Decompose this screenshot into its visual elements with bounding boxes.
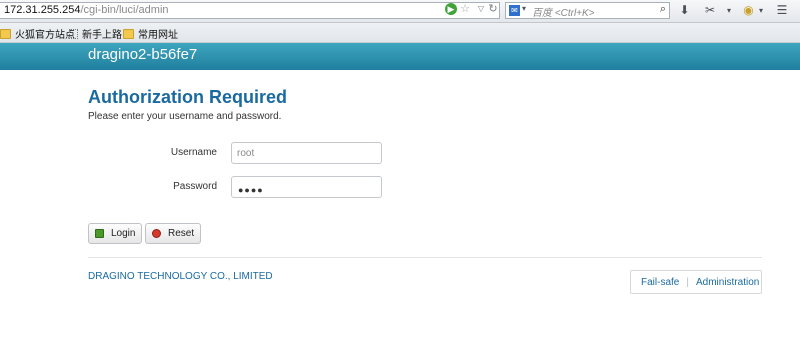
- reload-icon[interactable]: ↻: [487, 3, 499, 15]
- company-link[interactable]: DRAGINO TECHNOLOGY CO., LIMITED: [88, 271, 273, 282]
- browser-toolbar: 172.31.255.254/cgi-bin/luci/admin ▶ ☆ ▽ …: [0, 0, 800, 23]
- administration-link[interactable]: Administration: [696, 277, 759, 288]
- footer-links: Fail-safe | Administration: [630, 270, 762, 294]
- password-mask: ●●●●: [238, 185, 264, 195]
- screenshot-icon[interactable]: ✂: [703, 4, 717, 17]
- engine-dropdown-icon[interactable]: ▾: [522, 4, 526, 13]
- separator: |: [686, 276, 689, 288]
- search-engine-icon[interactable]: ✉: [509, 5, 520, 16]
- bookmark-item[interactable]: 新手上路: [69, 26, 122, 41]
- url-text: 172.31.255.254/cgi-bin/luci/admin: [4, 4, 169, 16]
- login-button[interactable]: Login: [88, 223, 142, 244]
- search-magnifier-icon[interactable]: ⌕: [660, 3, 666, 16]
- folder-icon: [123, 28, 134, 39]
- bookmark-star-icon[interactable]: ☆: [459, 3, 471, 15]
- password-label: Password: [173, 181, 217, 192]
- bookmark-item[interactable]: 常用网址: [123, 26, 178, 41]
- go-icon[interactable]: ▶: [445, 3, 457, 15]
- search-box[interactable]: ✉ ▾ 百度 <Ctrl+K> ⌕: [505, 2, 670, 19]
- addon-dropdown-icon[interactable]: ▾: [757, 4, 765, 17]
- failsafe-link[interactable]: Fail-safe: [641, 277, 679, 288]
- username-label: Username: [170, 147, 217, 158]
- menu-icon[interactable]: ☰: [775, 4, 789, 17]
- bookmarks-bar: 火狐官方站点 新手上路 常用网址: [0, 23, 800, 43]
- page-icon: [69, 28, 78, 39]
- divider: [88, 257, 762, 258]
- hostname[interactable]: dragino2-b56fe7: [88, 46, 197, 63]
- folder-icon: [0, 28, 11, 39]
- reset-icon: [152, 229, 161, 238]
- history-dropdown-icon[interactable]: ▽: [475, 3, 487, 15]
- page-header: dragino2-b56fe7: [0, 43, 800, 70]
- download-icon[interactable]: ⬇: [678, 4, 691, 17]
- reset-button[interactable]: Reset: [145, 223, 201, 244]
- bookmark-item[interactable]: 火狐官方站点: [0, 26, 75, 41]
- page-description: Please enter your username and password.: [88, 111, 282, 122]
- screenshot-dropdown-icon[interactable]: ▾: [725, 4, 733, 17]
- page-title: Authorization Required: [88, 87, 287, 107]
- address-bar[interactable]: 172.31.255.254/cgi-bin/luci/admin: [0, 2, 500, 19]
- login-icon: [95, 229, 104, 238]
- search-placeholder: 百度 <Ctrl+K>: [532, 8, 595, 19]
- addon-icon[interactable]: ◉: [742, 4, 755, 17]
- username-input[interactable]: [231, 142, 382, 164]
